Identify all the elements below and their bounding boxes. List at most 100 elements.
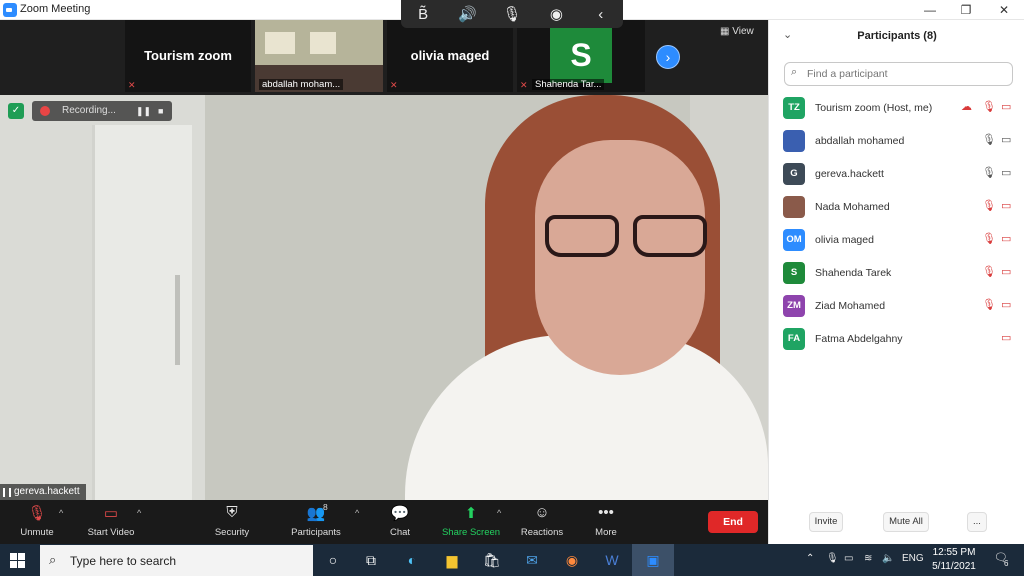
end-meeting-button[interactable]: End bbox=[708, 511, 758, 533]
avatar: TZ bbox=[783, 97, 805, 119]
avatar: OM bbox=[783, 229, 805, 251]
participants-options-caret[interactable]: ^ bbox=[355, 508, 359, 518]
speaker-icon[interactable]: 🔊 bbox=[453, 5, 483, 23]
edge-browser-icon[interactable]: ◐ bbox=[401, 550, 423, 570]
start-video-label: Start Video bbox=[87, 527, 135, 538]
participant-row[interactable]: S Shahenda Tarek 🎙 ▭ bbox=[769, 257, 1024, 290]
mic-muted-icon: 🎙 bbox=[982, 200, 996, 212]
participant-row[interactable]: TZ Tourism zoom (Host, me) ☁ 🎙 ▭ bbox=[769, 92, 1024, 125]
word-icon[interactable]: W bbox=[601, 550, 623, 570]
recording-label: Recording... bbox=[62, 105, 116, 116]
clock-date: 5/11/2021 bbox=[932, 561, 976, 572]
task-view-icon[interactable]: ⧉ bbox=[360, 550, 382, 570]
participant-name: gereva.hackett bbox=[815, 168, 884, 180]
thumbnail-name: Shahenda Tar... bbox=[532, 79, 605, 90]
view-button[interactable]: ▦ View bbox=[720, 26, 754, 37]
panel-footer: Invite Mute All ... bbox=[769, 512, 1024, 536]
participant-row[interactable]: G gereva.hackett 🎙 ▭ bbox=[769, 158, 1024, 191]
participant-row[interactable]: FA Fatma Abdelgahny ▭ bbox=[769, 323, 1024, 356]
active-speaker-video: ✓ Recording... ❚❚ ■ gereva.hackett bbox=[0, 95, 768, 500]
share-screen-icon: ⬆ bbox=[464, 505, 478, 522]
start-video-button[interactable]: ▭ Start Video bbox=[76, 504, 146, 538]
more-options-button[interactable]: ... bbox=[967, 512, 987, 532]
thumbnail-shahenda[interactable]: S ✕ Shahenda Tar... bbox=[517, 20, 645, 92]
glasses-shape bbox=[545, 215, 710, 257]
taskbar-clock[interactable]: 12:55 PM 5/11/2021 bbox=[930, 546, 978, 574]
stop-recording-button[interactable]: ■ bbox=[158, 101, 163, 121]
mic-muted-icon: 🎙 bbox=[982, 299, 996, 311]
pause-recording-button[interactable]: ❚❚ bbox=[136, 101, 151, 121]
accessibility-icon[interactable]: B͂ bbox=[408, 6, 438, 23]
participant-row[interactable]: Nada Mohamed 🎙 ▭ bbox=[769, 191, 1024, 224]
participant-name: Ziad Mohamed bbox=[815, 300, 886, 312]
mail-icon[interactable]: ✉ bbox=[521, 550, 543, 570]
search-icon: ⌕ bbox=[49, 552, 57, 567]
recording-indicator: Recording... ❚❚ ■ bbox=[32, 101, 172, 121]
zoom-taskbar-button[interactable]: ▣ bbox=[632, 544, 674, 576]
volume-icon[interactable]: 🔈 bbox=[882, 553, 894, 564]
close-button[interactable]: ✕ bbox=[986, 0, 1022, 20]
avatar: S bbox=[550, 28, 612, 83]
chat-label: Chat bbox=[389, 527, 411, 538]
video-off-icon: ▭ bbox=[1001, 200, 1012, 212]
battery-icon[interactable]: ▭ bbox=[844, 553, 853, 564]
encryption-shield-icon[interactable]: ✓ bbox=[8, 103, 24, 119]
invite-button[interactable]: Invite bbox=[809, 512, 843, 532]
recording-icon bbox=[40, 106, 50, 116]
recording-cloud-icon: ☁ bbox=[961, 101, 972, 113]
firefox-icon[interactable]: ◉ bbox=[561, 550, 583, 570]
cortana-icon[interactable]: ○ bbox=[322, 550, 344, 570]
video-off-icon: ▭ bbox=[1001, 332, 1012, 344]
participant-row[interactable]: ZM Ziad Mohamed 🎙 ▭ bbox=[769, 290, 1024, 323]
collapse-icon[interactable]: ‹ bbox=[586, 6, 616, 23]
participant-row[interactable]: abdallah mohamed 🎙 ▭ bbox=[769, 125, 1024, 158]
taskbar-search-box[interactable]: ⌕ Type here to search bbox=[40, 545, 313, 576]
restore-button[interactable]: ❐ bbox=[948, 0, 984, 20]
next-page-button[interactable]: › bbox=[656, 45, 680, 69]
mic-tray-icon[interactable]: 🎙 bbox=[826, 553, 839, 564]
participants-button[interactable]: 👥 8 Participants bbox=[281, 502, 351, 538]
participant-row[interactable]: OM olivia maged 🎙 ▭ bbox=[769, 224, 1024, 257]
store-icon[interactable]: 🛍 bbox=[481, 550, 503, 570]
smiley-icon: ☺ bbox=[534, 504, 550, 521]
wifi-icon[interactable]: ≋ bbox=[864, 553, 872, 564]
security-label: Security bbox=[214, 527, 250, 538]
video-off-icon: ▭ bbox=[103, 505, 119, 522]
thumbnail-tourism-zoom[interactable]: Tourism zoom ✕ bbox=[125, 20, 251, 92]
share-screen-label: Share Screen bbox=[441, 527, 501, 538]
audio-options-caret[interactable]: ^ bbox=[59, 508, 63, 518]
microphone-icon[interactable]: 🎙 bbox=[497, 5, 527, 23]
chat-bubble-icon: 💬 bbox=[390, 505, 410, 522]
person-face-shape bbox=[535, 140, 705, 375]
participants-list: TZ Tourism zoom (Host, me) ☁ 🎙 ▭ abdalla… bbox=[769, 92, 1024, 356]
meeting-controls-toolbar: 🎙 Unmute ^ ▭ Start Video ^ ⛨ Security 👥 … bbox=[0, 500, 768, 544]
broadcast-icon[interactable]: ◉ bbox=[541, 5, 571, 23]
taskbar-search-placeholder: Type here to search bbox=[70, 554, 177, 568]
file-explorer-icon[interactable]: ▆ bbox=[441, 550, 463, 570]
find-participant-input[interactable] bbox=[784, 62, 1013, 86]
security-button[interactable]: ⛨ Security bbox=[197, 504, 267, 538]
windows-start-icon[interactable] bbox=[10, 553, 25, 568]
language-indicator[interactable]: ENG bbox=[902, 553, 924, 564]
window-title: Zoom Meeting bbox=[20, 3, 91, 15]
mute-all-button[interactable]: Mute All bbox=[883, 512, 929, 532]
people-icon: 👥 bbox=[306, 505, 326, 522]
minimize-button[interactable]: — bbox=[912, 0, 948, 20]
video-thumbnail-strip: Tourism zoom ✕ abdallah moham... olivia … bbox=[0, 20, 768, 95]
thumbnail-olivia[interactable]: olivia maged ✕ bbox=[387, 20, 513, 92]
more-button[interactable]: ••• More bbox=[571, 504, 641, 538]
thumbnail-abdallah[interactable]: abdallah moham... bbox=[255, 20, 383, 92]
share-options-caret[interactable]: ^ bbox=[497, 508, 501, 518]
mic-muted-icon: 🎙 bbox=[982, 233, 996, 245]
share-screen-button[interactable]: ⬆ Share Screen bbox=[436, 504, 506, 538]
avatar: FA bbox=[783, 328, 805, 350]
participant-name: olivia maged bbox=[815, 234, 874, 246]
more-label: More bbox=[595, 527, 617, 538]
tray-chevron-icon[interactable]: ⌃ bbox=[806, 553, 814, 564]
door-shape bbox=[92, 125, 192, 500]
participants-panel: ⌄ Participants (8) ⌕ TZ Tourism zoom (Ho… bbox=[768, 20, 1024, 544]
avatar-photo bbox=[783, 130, 805, 152]
reactions-button[interactable]: ☺ Reactions bbox=[507, 504, 577, 538]
video-options-caret[interactable]: ^ bbox=[137, 508, 141, 518]
chat-button[interactable]: 💬 Chat bbox=[365, 504, 435, 538]
